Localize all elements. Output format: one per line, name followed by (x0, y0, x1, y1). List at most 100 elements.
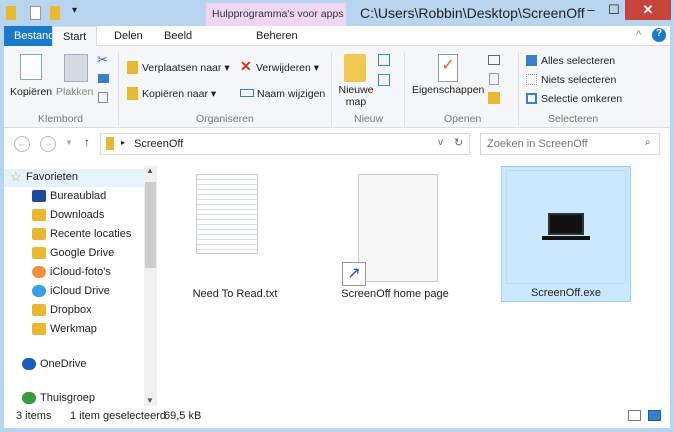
move-to-label: Verplaatsen naar (142, 62, 222, 74)
nav-item-recent[interactable]: Recente locaties (50, 228, 131, 240)
customize-quick-access-icon[interactable]: ▾ (72, 5, 77, 16)
group-openen: Openen (444, 113, 482, 125)
rename-button[interactable]: Naam wijzigen (257, 88, 325, 100)
context-tab-label: Hulpprogramma's voor apps (212, 8, 344, 20)
icloud-drive-icon (32, 285, 46, 297)
document-file-icon (358, 174, 438, 282)
search-icon[interactable]: ⌕ (645, 137, 651, 148)
select-all-icon (526, 55, 537, 66)
nav-homegroup[interactable]: Thuisgroep (40, 392, 95, 404)
folder-icon (6, 6, 16, 20)
new-folder-quick-icon[interactable] (50, 6, 60, 20)
invert-selection-icon (526, 93, 537, 104)
tab-start[interactable]: Start (52, 26, 98, 47)
file-item[interactable]: Need To Read.txt (180, 170, 290, 300)
properties-icon: ✓ (438, 54, 458, 82)
copy-to-icon (127, 87, 138, 100)
desktop-icon (32, 190, 46, 202)
group-selecteren: Selecteren (548, 113, 599, 125)
history-icon[interactable] (488, 92, 500, 104)
google-drive-icon (32, 247, 46, 259)
scroll-up-icon[interactable]: ▲ (146, 166, 154, 175)
move-to-icon (127, 61, 138, 74)
nav-onedrive[interactable]: OneDrive (40, 358, 86, 370)
move-to-button[interactable]: Verplaatsen naar ▾ (142, 62, 230, 74)
up-button[interactable]: ↑ (84, 135, 90, 149)
select-all-button[interactable]: Alles selecteren (541, 55, 615, 67)
easy-access-icon[interactable] (378, 74, 390, 86)
rename-icon (240, 89, 254, 97)
file-item[interactable]: ↗ ScreenOff home page (340, 170, 450, 300)
copy-to-button[interactable]: Kopiëren naar ▾ (142, 88, 216, 100)
navigation-pane: ☆ Favorieten Bureaublad Downloads Recent… (4, 166, 144, 406)
copy-icon[interactable] (20, 54, 42, 80)
file-name: Need To Read.txt (192, 288, 278, 300)
divider (518, 52, 519, 126)
delete-button[interactable]: Verwijderen ▾ (256, 62, 319, 74)
recent-locations-icon[interactable]: ▼ (65, 138, 73, 147)
large-icons-view-icon[interactable] (648, 410, 661, 421)
tab-delen[interactable]: Delen (104, 26, 153, 46)
open-icon[interactable] (488, 55, 500, 65)
delete-icon: ✕ (240, 58, 252, 74)
nav-item-werkmap[interactable]: Werkmap (50, 323, 97, 335)
properties-quick-icon[interactable] (30, 6, 41, 20)
address-dropdown-icon[interactable]: v (438, 137, 443, 148)
collapse-ribbon-icon[interactable]: ^ (636, 29, 641, 41)
folder-icon (106, 137, 114, 150)
help-icon[interactable]: ? (652, 28, 666, 42)
selection-size: 69,5 kB (164, 410, 202, 422)
close-button[interactable]: ✕ (625, 0, 671, 20)
selection-count: 1 item geselecteerd (70, 410, 166, 422)
new-folder-button[interactable]: Nieuwe map (338, 84, 374, 108)
select-none-button[interactable]: Niets selecteren (541, 74, 616, 86)
properties-button[interactable]: Eigenschappen (412, 84, 484, 96)
copy-path-icon[interactable] (98, 74, 109, 83)
onedrive-icon (22, 358, 36, 370)
group-nieuw: Nieuw (354, 113, 384, 125)
shortcut-arrow-icon: ↗ (342, 262, 366, 286)
star-icon: ☆ (10, 169, 22, 184)
nav-item-icloud-photos[interactable]: iCloud-foto's (50, 266, 111, 278)
edit-icon[interactable] (489, 73, 499, 85)
nav-favorites[interactable]: Favorieten (26, 171, 78, 183)
divider (118, 52, 119, 126)
new-folder-icon (344, 54, 366, 82)
paste-button[interactable]: Plakken (56, 86, 93, 98)
refresh-icon[interactable]: ↻ (454, 136, 463, 149)
nav-item-google-drive[interactable]: Google Drive (50, 247, 114, 259)
laptop-icon (548, 213, 584, 235)
file-name: ScreenOff.exe (530, 287, 602, 299)
search-input[interactable]: Zoeken in ScreenOff (487, 138, 588, 150)
back-button[interactable]: ← (14, 136, 30, 152)
item-count: 3 items (16, 410, 52, 422)
copy-button[interactable]: Kopiëren (10, 86, 52, 98)
dropbox-icon (32, 304, 46, 316)
nav-item-bureaublad[interactable]: Bureaublad (50, 190, 106, 202)
window-title: C:\Users\Robbin\Desktop\ScreenOff (360, 5, 585, 21)
details-view-icon[interactable] (628, 410, 641, 421)
paste-shortcut-icon[interactable] (98, 92, 108, 103)
nav-item-dropbox[interactable]: Dropbox (50, 304, 92, 316)
breadcrumb-chevron-icon[interactable]: ▸ (121, 138, 125, 147)
file-item-selected[interactable]: ScreenOff.exe (501, 166, 631, 302)
icloud-photos-icon (32, 266, 46, 278)
paste-icon[interactable] (64, 54, 88, 82)
tab-beheren[interactable]: Beheren (246, 26, 308, 46)
nav-item-icloud-drive[interactable]: iCloud Drive (50, 285, 110, 297)
group-klembord: Klembord (38, 113, 83, 125)
nav-scrollbar-thumb[interactable] (145, 182, 156, 268)
tab-beeld[interactable]: Beeld (154, 26, 202, 46)
laptop-base (542, 236, 590, 240)
cut-icon[interactable]: ✂ (97, 52, 108, 68)
minimize-button[interactable]: – (580, 0, 602, 20)
scroll-down-icon[interactable]: ▼ (146, 396, 154, 405)
maximize-button[interactable]: ☐ (604, 0, 624, 20)
nav-item-downloads[interactable]: Downloads (50, 209, 104, 221)
invert-selection-button[interactable]: Selectie omkeren (541, 93, 622, 105)
downloads-icon (32, 209, 46, 221)
werkmap-icon (32, 323, 46, 335)
breadcrumb[interactable]: ScreenOff (134, 138, 183, 150)
new-item-icon[interactable] (378, 54, 390, 66)
forward-button[interactable]: → (40, 136, 56, 152)
